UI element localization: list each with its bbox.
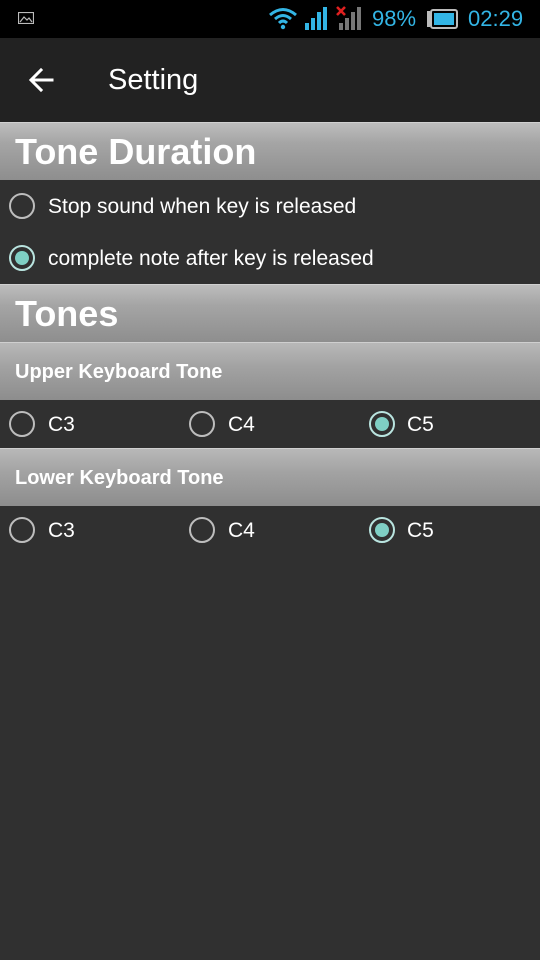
radio-option-stop-sound[interactable]: Stop sound when key is released: [0, 180, 540, 232]
radio-button-checked[interactable]: [369, 517, 395, 543]
radio-option-upper-c3[interactable]: C3: [0, 398, 180, 450]
gallery-notification-icon: [18, 12, 34, 24]
radio-label: C5: [407, 519, 434, 542]
radio-label: C3: [48, 519, 75, 542]
page-title: Setting: [108, 64, 199, 96]
radio-button-checked[interactable]: [9, 245, 35, 271]
section-header-tones: Tones: [0, 284, 540, 342]
arrow-left-icon[interactable]: [22, 60, 62, 100]
section-header-tone-duration: Tone Duration: [0, 122, 540, 180]
radio-button[interactable]: [9, 193, 35, 219]
radio-option-lower-c3[interactable]: C3: [0, 504, 180, 556]
wifi-icon: [269, 8, 297, 30]
signal-no-sim-icon: [336, 6, 361, 30]
radio-button[interactable]: [9, 411, 35, 437]
radio-button[interactable]: [9, 517, 35, 543]
signal-icon: [305, 7, 327, 30]
radio-button[interactable]: [189, 517, 215, 543]
sub-header-upper-keyboard-tone: Upper Keyboard Tone: [0, 342, 540, 400]
section-title: Tone Duration: [15, 131, 257, 172]
radio-option-upper-c5[interactable]: C5: [360, 398, 540, 450]
radio-label: C4: [228, 413, 255, 436]
radio-option-complete-note[interactable]: complete note after key is released: [0, 232, 540, 284]
action-bar: Setting: [0, 38, 540, 122]
sub-header-title: Upper Keyboard Tone: [15, 361, 223, 383]
radio-button[interactable]: [189, 411, 215, 437]
sub-header-lower-keyboard-tone: Lower Keyboard Tone: [0, 448, 540, 506]
radio-button-checked[interactable]: [369, 411, 395, 437]
radio-label: C4: [228, 519, 255, 542]
battery-percent: 98%: [372, 6, 417, 31]
radio-option-lower-c5[interactable]: C5: [360, 504, 540, 556]
radio-label: Stop sound when key is released: [48, 195, 357, 218]
radio-label: complete note after key is released: [48, 247, 374, 270]
section-title: Tones: [15, 293, 119, 334]
radio-label: C5: [407, 413, 434, 436]
radio-label: C3: [48, 413, 75, 436]
radio-option-upper-c4[interactable]: C4: [180, 398, 360, 450]
radio-option-lower-c4[interactable]: C4: [180, 504, 360, 556]
status-bar: 98% 02:29: [0, 0, 540, 38]
battery-icon: [427, 9, 458, 29]
sub-header-title: Lower Keyboard Tone: [15, 467, 224, 489]
clock: 02:29: [468, 6, 524, 31]
